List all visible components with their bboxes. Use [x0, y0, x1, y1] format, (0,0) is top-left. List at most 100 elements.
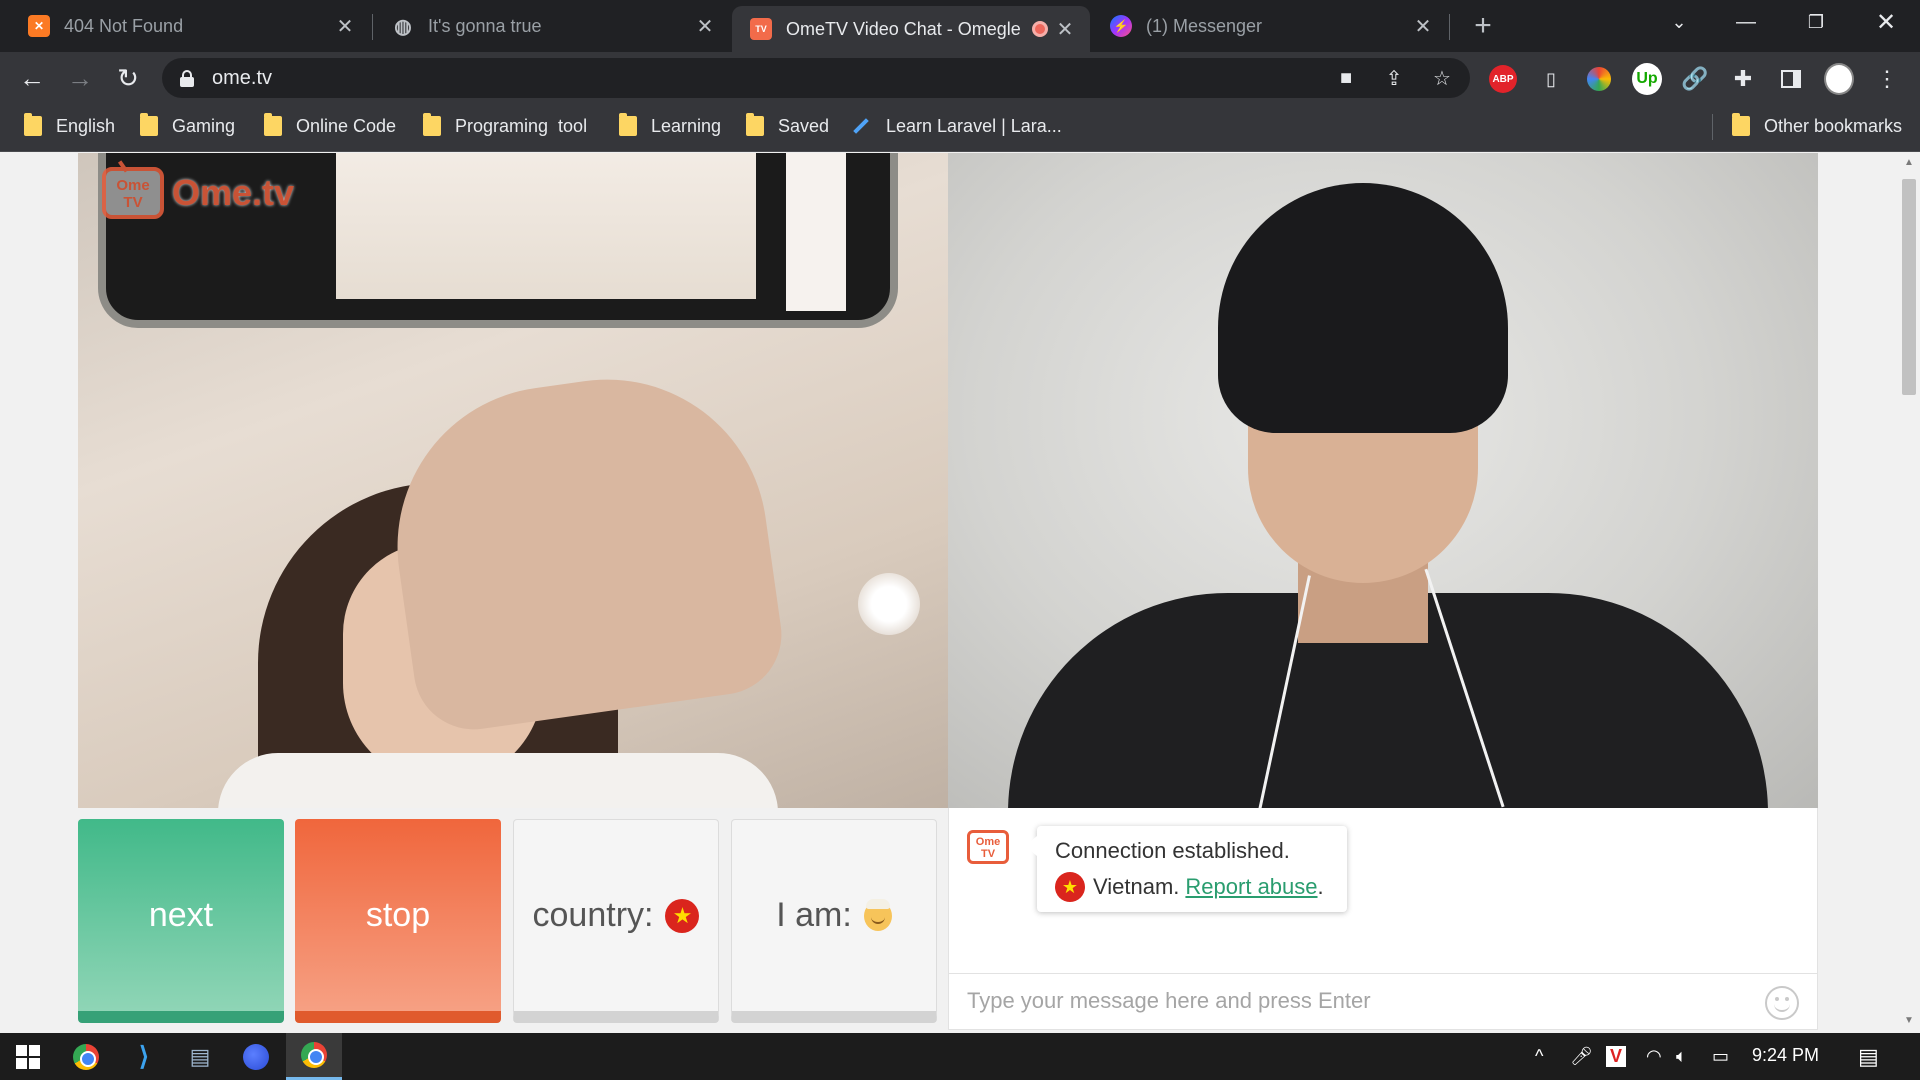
scroll-thumb[interactable]: [1902, 179, 1916, 395]
page-scrollbar[interactable]: ▲ ▼: [1898, 153, 1920, 1033]
color-picker-icon[interactable]: [1584, 64, 1614, 94]
connection-text: Connection established.: [1055, 838, 1290, 863]
close-icon[interactable]: ✕: [334, 14, 356, 39]
bookmark-other[interactable]: Other bookmarks: [1732, 104, 1902, 148]
chat-panel: Ome TV Connection established. ★ Vietnam.…: [948, 808, 1818, 1030]
close-icon[interactable]: ✕: [1054, 17, 1076, 42]
tab-search-icon[interactable]: ⌄: [1645, 0, 1713, 44]
tab-title: OmeTV Video Chat - Omegle: [786, 18, 1021, 39]
taskbar-chrome[interactable]: [58, 1033, 114, 1080]
report-abuse-link[interactable]: Report abuse: [1185, 874, 1317, 900]
tray-chevron-icon[interactable]: ^: [1535, 1033, 1543, 1080]
bookmark-label: Other bookmarks: [1764, 115, 1903, 136]
file-explorer-icon: ▤: [189, 1043, 211, 1069]
bookmark-label: Learn Laravel | Lara...: [886, 115, 1062, 136]
country-label: country:: [532, 896, 654, 934]
address-bar[interactable]: ome.tv ■ ⇪ ☆: [162, 58, 1470, 98]
folder-icon: [619, 113, 637, 136]
bookmark-saved[interactable]: Saved: [746, 104, 829, 148]
star-icon[interactable]: ☆: [1428, 64, 1456, 92]
microphone-icon[interactable]: 🎤︎: [1570, 1033, 1593, 1080]
volume-icon[interactable]: 🔈︎: [1676, 1033, 1687, 1080]
restore-button[interactable]: ❐: [1782, 0, 1850, 44]
chat-message-input[interactable]: [949, 974, 1749, 1028]
taskbar-clock[interactable]: 9:24 PM: [1752, 1045, 1819, 1066]
vietkey-icon[interactable]: V: [1606, 1033, 1627, 1080]
xampp-icon: ✕: [28, 15, 50, 37]
bookmark-gaming[interactable]: Gaming: [140, 104, 235, 148]
folder-icon: [746, 113, 764, 136]
bookmark-label: English: [56, 115, 116, 136]
folder-icon: [1732, 113, 1750, 136]
bookmark-learning[interactable]: Learning: [619, 104, 721, 148]
windows-icon: [16, 1044, 40, 1069]
tab-title: It's gonna true: [428, 15, 542, 36]
reload-button[interactable]: ↻: [110, 60, 146, 96]
taskbar-chrome-active[interactable]: [286, 1033, 342, 1080]
country-name: Vietnam.: [1093, 874, 1180, 899]
taskbar-firefox[interactable]: [228, 1033, 284, 1080]
tab-ometv[interactable]: TV OmeTV Video Chat - Omegle ✕: [732, 6, 1090, 52]
scroll-up-icon[interactable]: ▲: [1903, 157, 1915, 168]
ometv-logo: Ome TV Ome.tv: [102, 167, 294, 219]
globe-icon: ◍: [394, 15, 412, 38]
browser-tab-strip: ✕ 404 Not Found ✕ ◍ It's gonna true ✕ TV…: [0, 0, 1920, 52]
tab-messenger[interactable]: ⚡ (1) Messenger ✕: [1092, 0, 1448, 52]
bookmark-programing-tool[interactable]: Programing tool: [423, 104, 587, 148]
bookmark-learn-laravel[interactable]: Learn Laravel | Lara...: [852, 104, 1062, 148]
self-video: [948, 153, 1818, 808]
messenger-icon: ⚡: [1110, 15, 1132, 37]
bookmark-label: Online Code: [296, 115, 397, 136]
upwork-badge: Up: [1632, 63, 1662, 95]
partner-shirt: [218, 753, 778, 808]
bookmark-online-code[interactable]: Online Code: [264, 104, 396, 148]
battery-icon[interactable]: ▭: [1712, 1033, 1729, 1080]
menu-icon[interactable]: ⋮: [1872, 64, 1902, 94]
tab-title: (1) Messenger: [1146, 15, 1263, 36]
tab-404-not-found[interactable]: ✕ 404 Not Found ✕: [10, 0, 370, 52]
new-tab-button[interactable]: +: [1466, 10, 1500, 44]
tab-title: 404 Not Found: [64, 15, 184, 36]
share-icon[interactable]: ⇪: [1380, 64, 1408, 92]
camera-icon[interactable]: ■: [1332, 64, 1360, 92]
vietnam-flag-icon: ★: [665, 898, 700, 933]
ceiling-light: [858, 573, 920, 635]
forward-button[interactable]: →: [62, 60, 98, 96]
wifi-icon[interactable]: ◠: [1646, 1033, 1662, 1080]
report-suffix: .: [1317, 874, 1324, 899]
bookmark-label: Learning: [651, 115, 722, 136]
sidepanel-icon[interactable]: [1776, 64, 1806, 94]
taskbar-vscode[interactable]: ⟩: [116, 1033, 172, 1080]
bookmark-label: Saved: [778, 115, 830, 136]
chrome-icon: [73, 1043, 99, 1070]
taskbar-explorer[interactable]: ▤: [172, 1033, 228, 1080]
back-button[interactable]: ←: [14, 60, 50, 96]
vscode-icon: ⟩: [138, 1041, 150, 1071]
gender-selector[interactable]: I am:: [731, 819, 937, 1023]
stop-button[interactable]: stop: [295, 819, 501, 1023]
tab-separator: [372, 14, 373, 40]
bookmark-english[interactable]: English: [24, 104, 115, 148]
minimize-button[interactable]: —: [1712, 0, 1780, 44]
link-icon[interactable]: 🔗: [1680, 64, 1710, 94]
close-icon[interactable]: ✕: [694, 14, 716, 39]
url-text[interactable]: ome.tv: [212, 67, 272, 90]
notification-icon[interactable]: ▤: [1858, 1033, 1879, 1080]
bookmarks-bar: English Gaming Online Code Programing to…: [0, 104, 1920, 152]
country-selector[interactable]: country: ★: [513, 819, 719, 1023]
bookmark-separator: [1712, 114, 1713, 140]
abp-icon[interactable]: ABP: [1488, 64, 1518, 94]
puzzle-icon[interactable]: ✚: [1728, 64, 1758, 94]
phone-icon[interactable]: ▯: [1536, 64, 1566, 94]
next-button[interactable]: next: [78, 819, 284, 1023]
close-icon[interactable]: ✕: [1412, 14, 1434, 39]
profile-avatar[interactable]: [1824, 63, 1854, 95]
recording-icon: [1032, 21, 1048, 37]
upwork-icon[interactable]: Up: [1632, 63, 1662, 95]
tab-its-gonna-true[interactable]: ◍ It's gonna true ✕: [374, 0, 730, 52]
lock-icon[interactable]: [180, 70, 194, 87]
scroll-down-icon[interactable]: ▼: [1903, 1015, 1915, 1026]
start-button[interactable]: [0, 1033, 56, 1080]
emoji-icon[interactable]: [1765, 986, 1799, 1020]
close-window-button[interactable]: ✕: [1852, 0, 1920, 44]
